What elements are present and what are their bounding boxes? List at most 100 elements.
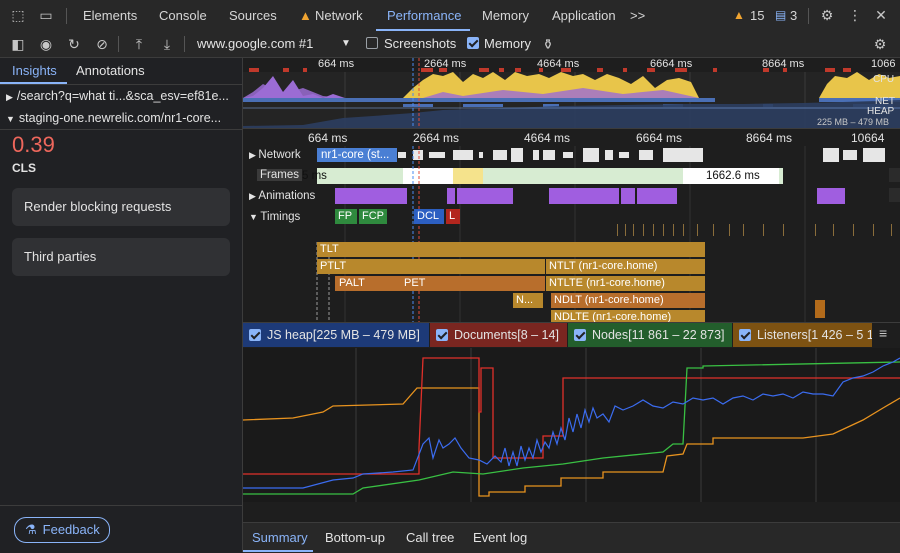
inspect-element-icon[interactable]: ⬚ [10,7,26,23]
close-icon[interactable]: ✕ [873,7,889,23]
legend-js-heap[interactable]: JS heap[225 MB – 479 MB] [243,323,429,347]
documents-checkbox[interactable] [436,329,448,341]
legend-documents[interactable]: Documents[8 – 14] [430,323,567,347]
tab-memory[interactable]: Memory [482,0,529,31]
memory-checkbox[interactable] [467,37,479,49]
divider [0,505,242,506]
triangle-right-icon: ▶ [6,92,13,102]
upload-icon[interactable]: ⤒ [131,36,147,52]
ruler-tick: 4664 ms [524,131,571,145]
listeners-checkbox[interactable] [739,329,751,341]
frame-duration-left[interactable]: 5 ms [302,170,327,182]
garbage-collect-icon[interactable]: ⚱ [540,36,556,52]
fcp-marker[interactable]: FCP [359,209,387,224]
ruler-tick: 664 ms [308,131,348,145]
more-tabs-button[interactable]: >> [630,0,645,31]
ruler-tick: 10664 [851,131,885,145]
tab-summary[interactable]: Summary [252,523,308,553]
recording-select[interactable]: www.google.com #1 [197,31,313,57]
timing-bar-ndlt[interactable]: NDLT (nr1-core.home) [551,293,705,308]
divider [66,8,67,24]
message-icon: ▤ [775,8,787,22]
nodes-checkbox[interactable] [574,329,586,341]
cls-label: CLS [12,161,36,175]
load-marker[interactable]: L [446,209,460,224]
tab-network[interactable]: Network [315,0,363,31]
insight-card-third-parties[interactable]: Third parties [12,238,230,276]
overview-tick: 2664 ms [424,58,467,70]
navigation-row-search[interactable]: ▶/search?q=what ti...&sca_esv=ef81e... [0,85,242,107]
divider [0,129,242,130]
timing-bar-n[interactable]: N... [513,293,543,308]
chevron-down-icon[interactable]: ▼ [341,31,351,57]
ruler-tick: 2664 ms [413,131,460,145]
details-tab-bar: Summary Bottom-up Call tree Event log [243,522,900,553]
track-network[interactable]: ▶ Network [249,149,301,161]
memory-label: Memory [484,36,531,51]
insight-card-render-blocking[interactable]: Render blocking requests [12,188,230,226]
timeline-panel: 664 ms 2664 ms 4664 ms 6664 ms 8664 ms 1… [243,58,900,552]
memory-counters-chart [243,348,900,502]
track-animations[interactable]: ▶ Animations [249,190,315,202]
tab-event-log[interactable]: Event log [473,523,527,553]
js-heap-checkbox[interactable] [249,329,261,341]
legend-nodes[interactable]: Nodes[11 861 – 22 873] [568,323,732,347]
tab-insights[interactable]: Insights [12,58,57,84]
overview-tick: 8664 ms [762,58,805,70]
track-frames[interactable]: Frames [257,169,302,181]
more-options-icon[interactable]: ⋮ [847,7,863,23]
reload-record-icon[interactable]: ↻ [66,36,82,52]
tab-elements[interactable]: Elements [83,0,137,31]
memory-graph[interactable] [243,348,900,502]
tab-call-tree[interactable]: Call tree [406,523,454,553]
flask-icon: ⚗ [25,522,37,537]
performance-toolbar: ◧ ◉ ↻ ⊘ ⤒ ⤓ www.google.com #1 ▼ Screensh… [0,31,900,58]
timing-bar-ntlt[interactable]: NTLT (nr1-core.home) [546,259,705,274]
ruler-tick: 6664 ms [636,131,683,145]
heap-range-label: 225 MB – 479 MB [817,117,890,127]
tab-sources[interactable]: Sources [229,0,277,31]
capture-settings-gear-icon[interactable]: ⚙ [872,36,888,52]
triangle-down-icon: ▼ [249,212,261,222]
clear-icon[interactable]: ⊘ [94,36,110,52]
navigation-row-staging[interactable]: ▼ staging-one.newrelic.com/nr1-core... [0,107,242,129]
timing-bar-tlt[interactable]: TLT [317,242,705,257]
frame-duration-right[interactable]: 1662.6 ms [706,170,760,182]
network-request-label[interactable]: nr1-core (st... [321,149,389,161]
fp-marker[interactable]: FP [335,209,357,224]
timing-bar-ntlte[interactable]: NTLTE (nr1-core.home) [546,276,705,291]
dcl-marker[interactable]: DCL [414,209,444,224]
screenshots-checkbox[interactable] [366,37,378,49]
timing-bar-palt[interactable]: PALT [335,276,401,291]
timing-bar-ndlte[interactable]: NDLTE (nr1-core.home) [551,310,705,322]
track-timings[interactable]: ▼ Timings [249,211,300,223]
tab-console[interactable]: Console [159,0,207,31]
memory-legend: JS heap[225 MB – 479 MB] Documents[8 – 1… [243,322,900,349]
tab-bottom-up[interactable]: Bottom-up [325,523,385,553]
overview-tick: 4664 ms [537,58,580,70]
ruler-tick: 8664 ms [746,131,793,145]
divider [808,8,809,24]
warning-count[interactable]: 15 [750,0,764,31]
cls-value[interactable]: 0.39 [12,132,55,158]
settings-gear-icon[interactable]: ⚙ [819,7,835,23]
insights-sidebar: Insights Annotations ▶/search?q=what ti.… [0,58,243,552]
timing-bar-pet[interactable]: PET [401,276,545,291]
device-toolbar-icon[interactable]: ▭ [38,7,54,23]
legend-menu-icon[interactable]: ≡ [879,325,887,341]
tab-performance[interactable]: Performance [387,0,461,31]
tracks-area[interactable]: ▶ Network nr1-core (st... Frames 5 ms 16… [243,146,900,322]
overview-tick: 6664 ms [650,58,693,70]
legend-listeners[interactable]: Listeners[1 426 – 5 1 [733,323,872,347]
triangle-right-icon: ▶ [249,191,259,201]
download-icon[interactable]: ⤓ [159,36,175,52]
timing-bar-ptlt[interactable]: PTLT [317,259,545,274]
feedback-button[interactable]: ⚗ Feedback [14,517,110,543]
timeline-overview[interactable]: 664 ms 2664 ms 4664 ms 6664 ms 8664 ms 1… [243,58,900,128]
toggle-sidebar-icon[interactable]: ◧ [10,36,26,52]
message-count[interactable]: 3 [790,0,797,31]
divider [184,36,185,52]
tab-annotations[interactable]: Annotations [76,58,145,84]
tab-application[interactable]: Application [552,0,616,31]
record-icon[interactable]: ◉ [38,36,54,52]
